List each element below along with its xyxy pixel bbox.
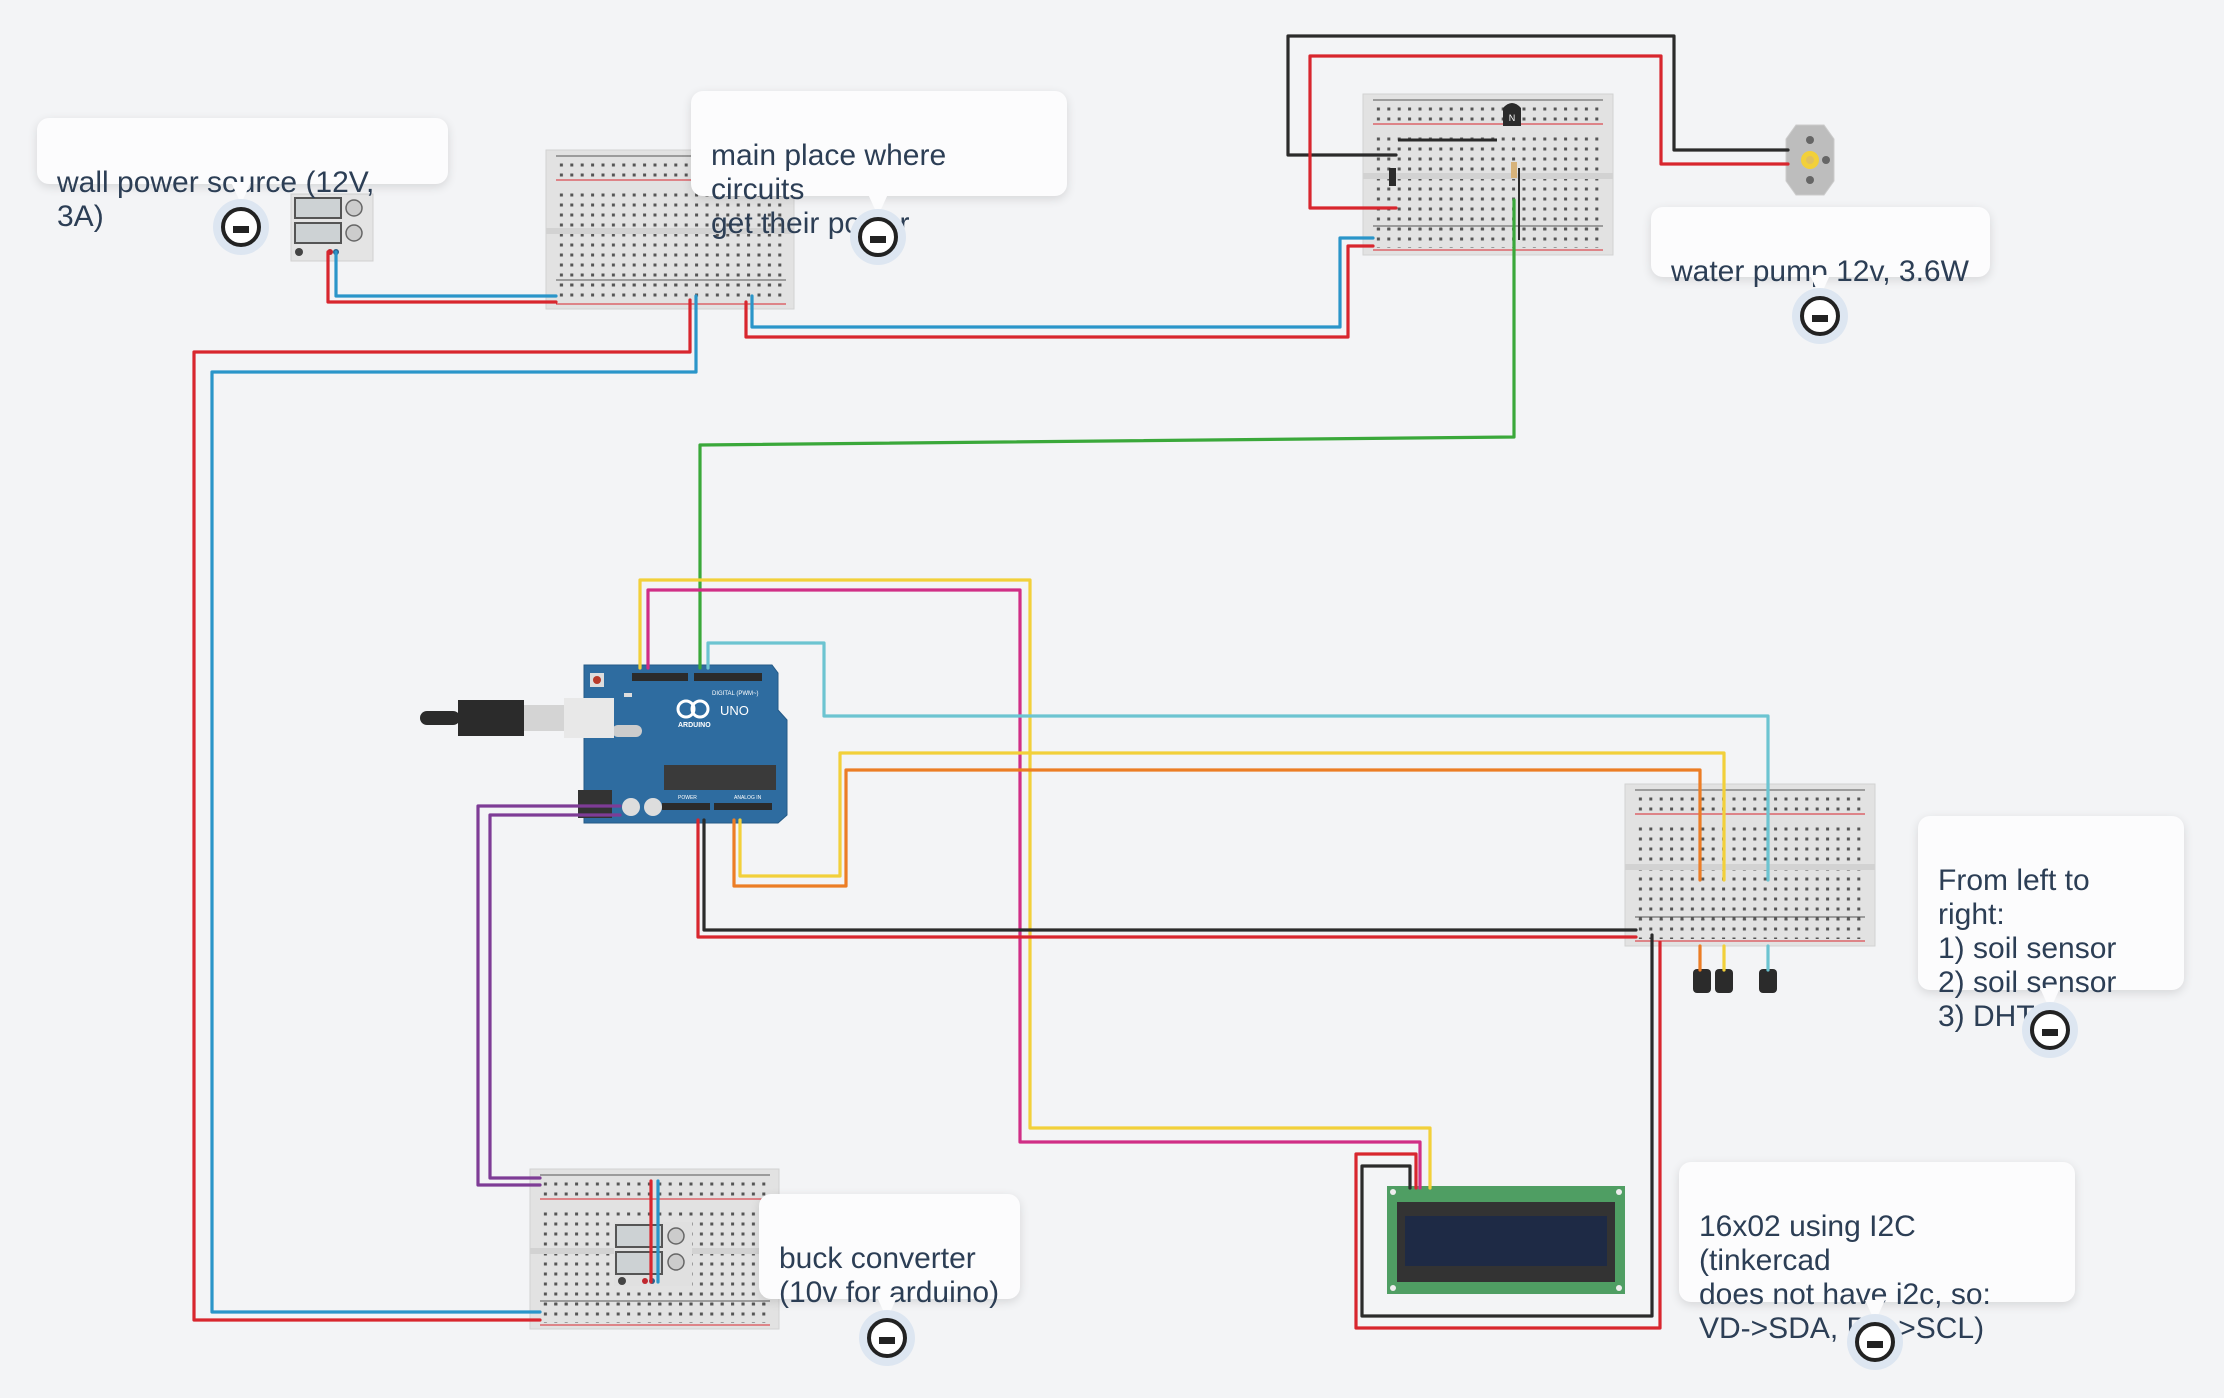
arduino-uno[interactable]: DIGITAL (PWM~) ARDUINO UNO POWER ANALOG … [578,664,788,824]
note-water-pump[interactable]: water pump 12v, 3.6W [1651,207,1990,297]
wire-main-blue-right[interactable] [750,236,1375,329]
wire-gnd-black[interactable] [702,818,1638,932]
breadboard-pump-driver[interactable] [1362,93,1614,256]
note-toggle-icon-buck-converter[interactable] [859,1310,915,1366]
note-main-power[interactable]: main place where circuits get their powe… [691,91,1067,240]
transistor[interactable]: N [1503,103,1521,126]
note-lcd[interactable]: 16x02 using I2C (tinkercad does not have… [1679,1162,2075,1345]
svg-text:UNO: UNO [720,703,749,718]
lcd-16x02[interactable] [1387,1186,1625,1294]
note-text: 16x02 using I2C (tinkercad does not have… [1699,1210,1991,1345]
resistor[interactable] [1511,162,1517,178]
diode[interactable] [1389,168,1396,186]
svg-text:ARDUINO: ARDUINO [678,722,711,729]
usb-cable[interactable] [420,698,614,738]
svg-text:DIGITAL (PWM~): DIGITAL (PWM~) [712,691,759,697]
sensor-soil-2[interactable] [1715,969,1733,993]
wire-main-red-right[interactable] [744,244,1375,339]
wire-signal-green[interactable] [698,198,1516,670]
note-buck-converter[interactable]: buck converter (10v for arduino) [759,1194,1020,1319]
wire-soil1-orange[interactable] [732,768,1702,888]
note-toggle-icon-lcd[interactable] [1847,1314,1903,1370]
note-sensors[interactable]: From left to right: 1) soil sensor 2) so… [1918,816,2184,1033]
wire-dht-cyan[interactable] [706,641,1770,882]
svg-text:ANALOG IN: ANALOG IN [734,795,762,801]
wire-buck-purple-1[interactable] [476,804,622,1187]
sensor-soil-1[interactable] [1693,969,1711,993]
note-toggle-icon-main-power[interactable] [850,209,906,265]
note-toggle-icon-wall-power[interactable] [213,199,269,255]
wire-buck-purple-2[interactable] [488,813,622,1180]
sensor-dht22[interactable] [1759,969,1777,993]
breadboard-sensors[interactable] [1624,783,1876,947]
water-pump[interactable] [1785,124,1835,196]
note-toggle-icon-sensors[interactable] [2022,1002,2078,1058]
buck-converter[interactable] [614,1222,692,1286]
svg-text:POWER: POWER [678,795,697,801]
power-supply[interactable] [290,193,374,262]
svg-text:N: N [1509,113,1516,123]
note-toggle-icon-water-pump[interactable] [1792,288,1848,344]
note-wall-power[interactable]: wall power source (12V, 3A) [37,118,448,233]
wire-soil2-yellow[interactable] [738,751,1726,882]
